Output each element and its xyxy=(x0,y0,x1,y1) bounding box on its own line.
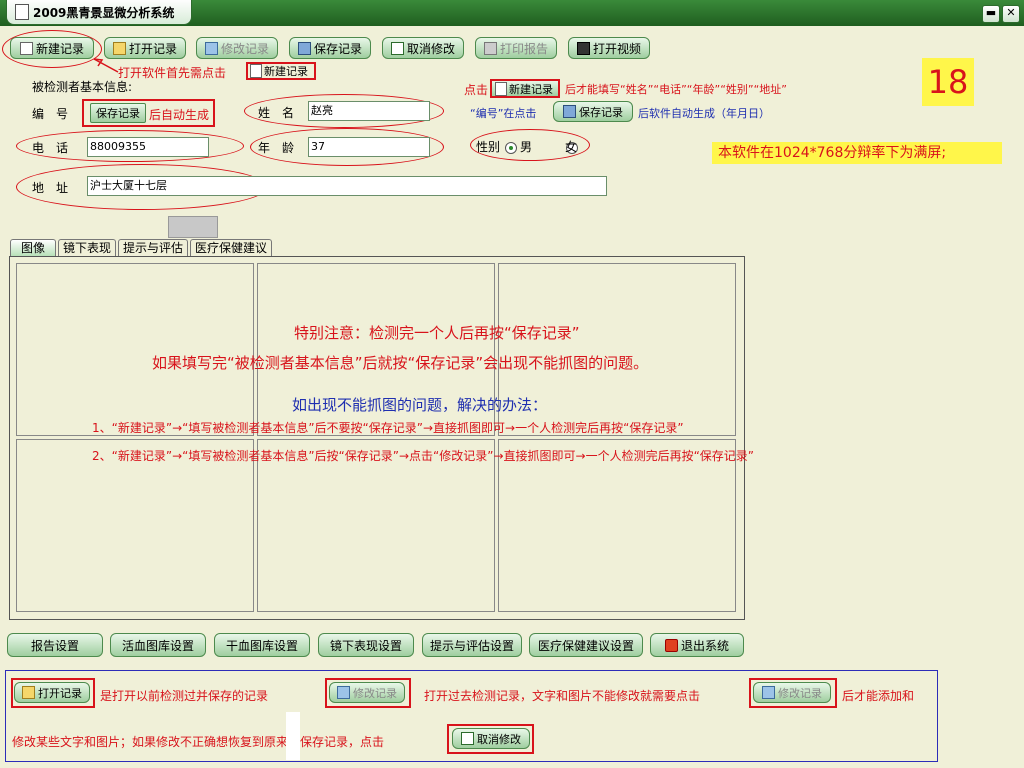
help-edit-button: 修改记录 xyxy=(329,682,405,703)
undo-icon xyxy=(390,41,404,55)
arrow-icon xyxy=(93,58,119,73)
window-title: 2009黑青景显微分析系统 xyxy=(33,5,175,20)
page-number-badge: 18 xyxy=(922,58,974,106)
overlay-line2: 如果填写完“被检测者基本信息”后就按“保存记录”会出现不能抓图的问题。 xyxy=(152,354,649,372)
print-report-button[interactable]: 打印报告 xyxy=(475,37,557,59)
report-settings-button[interactable]: 报告设置 xyxy=(7,633,103,657)
note-new-record-button: 新建记录 xyxy=(246,62,316,80)
phone-label: 电 话 xyxy=(32,141,69,155)
gender-male-radio[interactable] xyxy=(505,141,517,154)
print-report-label: 打印报告 xyxy=(499,41,548,56)
address-label: 地 址 xyxy=(32,181,69,195)
help-edit-suffix: 后才能添加和 xyxy=(842,689,915,703)
note-click-new-label: 新建记录 xyxy=(509,82,553,96)
overlay-line3: 如出现不能抓图的问题，解决的办法： xyxy=(292,396,548,414)
id-save-button: 保存记录 xyxy=(90,103,146,123)
help-open-button: 打开记录 xyxy=(14,682,90,703)
minimize-button[interactable]: ▬ xyxy=(982,5,1000,23)
click-prefix: 点击 xyxy=(464,83,489,97)
id-suffix-note: 后软件自动生成（年月日） xyxy=(638,107,770,120)
edit-icon xyxy=(204,41,218,55)
note-save-label: 保存记录 xyxy=(579,105,623,119)
section-label: 被检测者基本信息: xyxy=(32,80,133,94)
document-icon xyxy=(495,81,507,96)
folder-icon xyxy=(22,686,35,699)
medical-settings-button[interactable]: 医疗保健建议设置 xyxy=(529,633,643,657)
power-icon xyxy=(664,638,678,652)
name-input[interactable]: 赵亮 xyxy=(308,101,430,121)
overlay-line1: 特别注意：检测完一个人后再按“保存记录” xyxy=(294,324,580,342)
gender-female-label: 女 xyxy=(565,140,578,154)
help-open-label: 打开记录 xyxy=(38,686,82,700)
gender-male-label: 男 xyxy=(520,140,533,154)
help-cancel-label: 取消修改 xyxy=(477,732,521,746)
name-label: 姓 名 xyxy=(258,106,295,120)
camera-icon xyxy=(576,41,590,55)
click-suffix-note: 后才能填写“姓名”“电话”“年龄”“姓别”“地址” xyxy=(565,83,787,96)
age-input[interactable]: 37 xyxy=(308,137,430,157)
age-label: 年 龄 xyxy=(258,141,295,155)
cancel-edit-label: 取消修改 xyxy=(406,41,455,56)
help-cancel-button: 取消修改 xyxy=(452,728,530,749)
window-title-tab: 2009黑青景显微分析系统 xyxy=(6,0,192,25)
tab-hints[interactable]: 提示与评估 xyxy=(118,239,188,256)
save-record-button[interactable]: 保存记录 xyxy=(289,37,371,59)
address-input[interactable]: 沪士大厦十七层 xyxy=(87,176,607,196)
help-edit2-label: 修改记录 xyxy=(778,686,822,700)
id-prefix-note: “编号”在点击 xyxy=(470,107,537,120)
help-open-desc: 是打开以前检测过并保存的记录 xyxy=(100,689,269,703)
image-cell[interactable] xyxy=(16,439,254,612)
open-video-button[interactable]: 打开视频 xyxy=(568,37,650,59)
edit-icon xyxy=(762,686,775,699)
image-cell[interactable] xyxy=(257,439,495,612)
edit-icon xyxy=(337,686,350,699)
printer-icon xyxy=(483,41,497,55)
edit-record-label: 修改记录 xyxy=(220,41,269,56)
open-record-label: 打开记录 xyxy=(128,41,177,56)
note-new-record-label: 新建记录 xyxy=(264,65,308,78)
highlight-ellipse xyxy=(2,30,102,68)
id-label: 编 号 xyxy=(32,107,69,121)
undo-icon xyxy=(461,732,474,745)
overlay-line4: 1、“新建记录”→“填写被检测者基本信息”后不要按“保存记录”→直接抓图即可→一… xyxy=(92,421,684,435)
overlay-line5: 2、“新建记录”→“填写被检测者基本信息”后按“保存记录”→点击“修改记录”→直… xyxy=(92,449,755,463)
resolution-note: 本软件在1024*768分辩率下为满屏; xyxy=(712,142,1002,164)
image-cell[interactable] xyxy=(16,263,254,436)
save-icon xyxy=(563,105,576,118)
white-gap xyxy=(286,712,300,760)
note-save-button: 保存记录 xyxy=(553,101,633,122)
help-edit-label: 修改记录 xyxy=(353,686,397,700)
id-auto-note: 后自动生成 xyxy=(149,108,210,122)
gender-label: 性别 xyxy=(476,140,501,154)
tab-medical[interactable]: 医疗保健建议 xyxy=(190,239,272,256)
tab-image[interactable]: 图像 xyxy=(10,239,56,256)
save-icon xyxy=(297,41,311,55)
document-icon xyxy=(250,64,262,78)
help-edit2-button: 修改记录 xyxy=(753,682,831,703)
microscope-settings-button[interactable]: 镜下表现设置 xyxy=(318,633,414,657)
open-video-label: 打开视频 xyxy=(592,41,641,56)
microscope-icon xyxy=(15,4,29,20)
image-cell[interactable] xyxy=(498,439,736,612)
exit-button[interactable]: 退出系统 xyxy=(650,633,744,657)
help-edit-desc: 打开过去检测记录，文字和图片不能修改就需要点击 xyxy=(424,689,701,703)
cancel-edit-button[interactable]: 取消修改 xyxy=(382,37,464,59)
tab-microscope[interactable]: 镜下表现 xyxy=(58,239,116,256)
live-blood-settings-button[interactable]: 活血图库设置 xyxy=(110,633,206,657)
dry-blood-settings-button[interactable]: 干血图库设置 xyxy=(214,633,310,657)
folder-icon xyxy=(112,41,126,55)
close-button[interactable]: ✕ xyxy=(1002,5,1020,23)
note-click-new-button: 新建记录 xyxy=(490,79,560,98)
edit-record-button[interactable]: 修改记录 xyxy=(196,37,278,59)
help-line2: 修改某些文字和图片；如果修改不正确想恢复到原来的保存记录，点击 xyxy=(12,735,385,749)
first-click-note: 打开软件首先需点击 xyxy=(118,66,227,80)
image-preview-placeholder xyxy=(168,216,218,238)
save-record-label: 保存记录 xyxy=(313,41,362,56)
exit-label: 退出系统 xyxy=(680,638,729,653)
phone-input[interactable]: 88009355 xyxy=(87,137,209,157)
hints-settings-button[interactable]: 提示与评估设置 xyxy=(422,633,522,657)
